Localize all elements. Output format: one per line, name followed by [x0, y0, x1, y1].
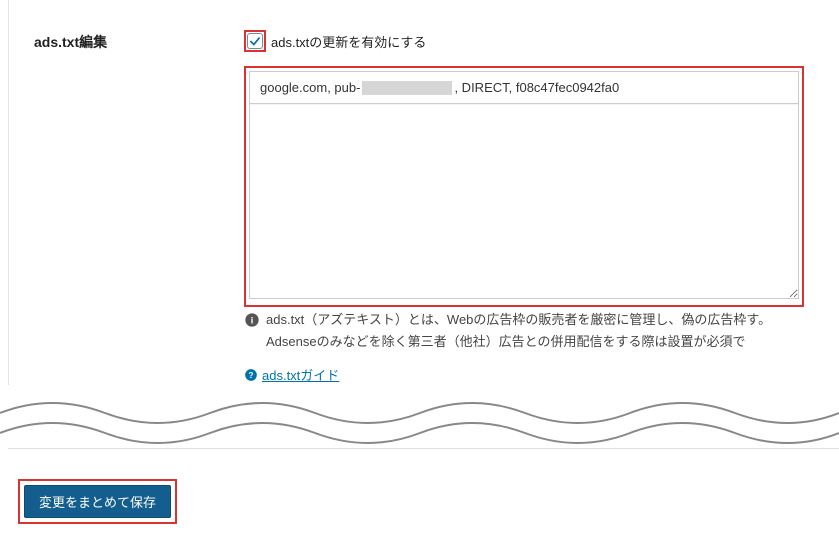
- field-column: ads.txtの更新を有効にする google.com, pub- , DIRE…: [244, 20, 804, 385]
- highlight-frame-save: 変更をまとめて保存: [18, 479, 177, 524]
- redacted-publisher-id: [362, 81, 452, 95]
- settings-row: ads.txt編集 ads.txtの更新を有効にする google.com, p…: [24, 20, 824, 385]
- checkbox-label: ads.txtの更新を有効にする: [271, 32, 426, 51]
- settings-section: ads.txt編集 ads.txtの更新を有効にする google.com, p…: [8, 0, 839, 385]
- guide-link-text: ads.txtガイド: [262, 365, 339, 384]
- ads-txt-textarea[interactable]: [249, 104, 799, 299]
- enable-ads-txt-checkbox[interactable]: [247, 33, 263, 49]
- truncation-wave: [0, 393, 839, 453]
- help-text: ads.txt（アズテキスト）とは、Webの広告枠の販売者を厳密に管理し、偽の広…: [266, 309, 804, 353]
- ads-txt-guide-link[interactable]: ? ads.txtガイド: [244, 365, 339, 384]
- ads-txt-suffix: , DIRECT, f08c47fec0942fa0: [454, 80, 619, 95]
- ads-txt-prefix: google.com, pub-: [260, 80, 360, 95]
- svg-text:i: i: [251, 315, 254, 325]
- highlight-frame-checkbox: [244, 30, 266, 52]
- checkbox-row: ads.txtの更新を有効にする: [244, 30, 804, 52]
- section-title: ads.txt編集: [24, 20, 224, 52]
- textarea-content-line: google.com, pub- , DIRECT, f08c47fec0942…: [249, 71, 799, 104]
- svg-text:?: ?: [249, 371, 254, 380]
- button-section: 変更をまとめて保存: [8, 448, 839, 534]
- help-area: i ads.txt（アズテキスト）とは、Webの広告枠の販売者を厳密に管理し、偽…: [244, 309, 804, 385]
- help-text-row: i ads.txt（アズテキスト）とは、Webの広告枠の販売者を厳密に管理し、偽…: [244, 309, 804, 353]
- save-all-button[interactable]: 変更をまとめて保存: [24, 485, 171, 518]
- info-icon: i: [244, 309, 260, 335]
- textarea-wrapper: google.com, pub- , DIRECT, f08c47fec0942…: [249, 71, 799, 302]
- question-icon: ?: [244, 368, 258, 382]
- checkmark-icon: [248, 34, 262, 48]
- highlight-frame-textarea: google.com, pub- , DIRECT, f08c47fec0942…: [244, 66, 804, 307]
